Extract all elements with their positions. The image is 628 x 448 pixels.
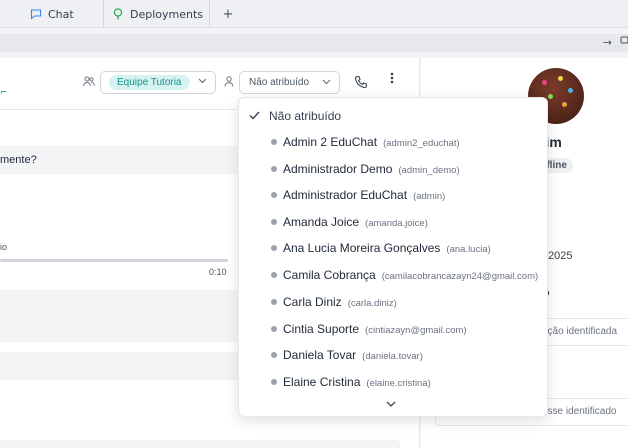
option-text: Elaine Cristina (elaine.cristina) [283,375,431,389]
dropdown-option[interactable]: Daniela Tovar (daniela.tovar) [239,343,547,367]
arrow-right-icon[interactable]: → [603,34,612,52]
chat-bubble-icon [30,8,42,20]
option-text: Administrador Demo (admin_demo) [283,162,460,176]
option-text: Carla Diniz (carla.diniz) [283,295,397,309]
option-username: (carla.diniz) [347,298,397,309]
option-text: Cintia Suporte (cintiazayn@gmail.com) [283,322,467,336]
option-name: Administrador EduChat [283,188,408,202]
phone-icon[interactable] [354,74,368,89]
option-name: Daniela Tovar [283,348,357,362]
option-name: Elaine Cristina [283,375,361,389]
chevron-down-icon [198,77,207,87]
dropdown-option[interactable]: Administrador Demo (admin_demo) [239,157,547,181]
assignee-select-label: Não atribuído [249,77,310,88]
dropdown-option-label: Não atribuído [269,109,342,123]
audio-label: io [0,242,8,252]
option-name: Cintia Suporte [283,322,360,336]
dropdown-option[interactable]: Administrador EduChat (admin) [239,183,547,207]
dropdown-option[interactable]: Ana Lucia Moreira Gonçalves (ana.lucia) [239,236,547,260]
dropdown-option[interactable]: Amanda Joice (amanda.joice) [239,210,547,234]
option-text: Admin 2 EduChat (admin2_educhat) [283,135,460,149]
accent-mark: ⌐ [0,88,8,98]
team-select[interactable]: Equipe Tutoria [100,71,216,94]
option-name: Amanda Joice [283,215,360,229]
option-username: (camilacobrancazayn24@gmail.com) [381,271,539,282]
tab-deployments[interactable]: Deployments [104,0,210,28]
address-bar[interactable]: → [0,34,628,52]
message-bubble [0,440,400,448]
tab-deployments-label: Deployments [130,7,204,21]
tab-chat-label: Chat [48,7,74,21]
dropdown-option[interactable]: Camila Cobrança (camilacobrancazayn24@gma… [239,263,547,287]
browser-tab-bar: Chat Deployments + [0,0,628,28]
dropdown-option[interactable]: Elaine Cristina (elaine.cristina) [239,370,547,394]
audio-duration: 0:10 [209,267,227,277]
option-text: Camila Cobrança (camilacobrancazayn24@gma… [283,268,538,282]
status-dot-icon [271,245,277,251]
option-username: (daniela.tovar) [362,351,423,362]
tree-icon [112,8,124,20]
option-username: (admin_demo) [398,165,460,176]
option-username: (amanda.joice) [365,218,428,229]
more-options-icon[interactable] [390,72,394,87]
option-name: Admin 2 EduChat [283,135,378,149]
contact-date: 2025 [548,250,573,262]
dropdown-option[interactable]: Admin 2 EduChat (admin2_educhat) [239,130,547,154]
status-dot-icon [271,326,277,332]
edge-icon [620,34,628,52]
option-text: Administrador EduChat (admin) [283,188,445,202]
scroll-down-chevron-icon[interactable] [386,398,396,411]
audio-progress[interactable] [0,259,228,262]
status-dot-icon [271,166,277,172]
option-username: (admin) [413,191,446,202]
status-dot-icon [271,139,277,145]
status-dot-icon [271,192,277,198]
check-icon [249,109,260,123]
option-text: Daniela Tovar (daniela.tovar) [283,348,423,362]
status-dot-icon [271,379,277,385]
status-dot-icon [271,299,277,305]
assignee-dropdown: Não atribuído Admin 2 EduChat (admin2_edu… [238,97,548,417]
option-username: (admin2_educhat) [383,138,460,149]
option-text: Amanda Joice (amanda.joice) [283,215,428,229]
dropdown-option[interactable]: Cintia Suporte (cintiazayn@gmail.com) [239,317,547,341]
chevron-down-icon [322,77,331,87]
option-name: Carla Diniz [283,295,342,309]
status-dot-icon [271,272,277,278]
dropdown-option[interactable]: Carla Diniz (carla.diniz) [239,290,547,314]
status-dot-icon [271,219,277,225]
tab-chat[interactable]: Chat [22,0,104,28]
assignee-select[interactable]: Não atribuído [239,71,340,94]
status-dot-icon [271,352,277,358]
option-text: Ana Lucia Moreira Gonçalves (ana.lucia) [283,241,491,255]
option-username: (elaine.cristina) [366,378,431,389]
team-badge: Equipe Tutoria [109,75,190,90]
option-name: Ana Lucia Moreira Gonçalves [283,241,441,255]
user-icon [224,76,234,90]
option-name: Camila Cobrança [283,268,376,282]
option-username: (cintiazayn@gmail.com) [365,325,467,336]
option-name: Administrador Demo [283,162,393,176]
dropdown-option-unassigned[interactable]: Não atribuído [239,104,547,128]
team-icon [83,76,95,90]
new-tab-button[interactable]: + [218,4,238,24]
option-username: (ana.lucia) [446,244,491,255]
